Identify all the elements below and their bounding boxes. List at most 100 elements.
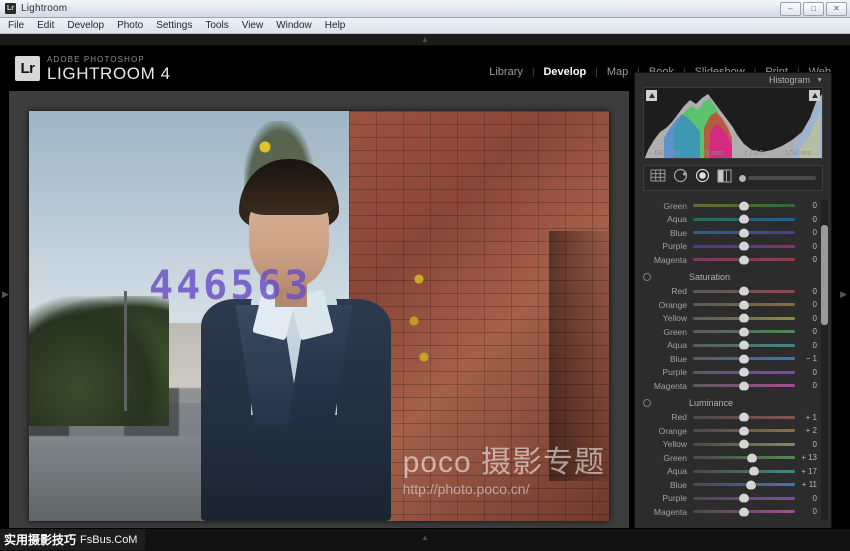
slider-row[interactable]: Magenta 0 [637, 505, 823, 519]
slider-handle[interactable] [747, 453, 757, 462]
slider-handle[interactable] [739, 381, 749, 390]
slider-row[interactable]: Yellow 0 [637, 312, 823, 326]
slider-row[interactable]: Red 0 [637, 285, 823, 299]
slider-handle[interactable] [739, 341, 749, 350]
slider-track[interactable] [693, 258, 795, 261]
slider-track[interactable] [693, 330, 795, 333]
right-panel-scrollbar-thumb[interactable] [821, 225, 828, 325]
slider-handle[interactable] [739, 215, 749, 224]
slider-track[interactable] [693, 290, 795, 293]
slider-handle[interactable] [739, 507, 749, 516]
highlight-clipping-indicator[interactable] [809, 90, 820, 101]
crop-overlay-tool-icon[interactable] [650, 169, 666, 187]
slider-handle[interactable] [739, 242, 749, 251]
slider-row[interactable]: Purple 0 [637, 366, 823, 380]
menu-item-tools[interactable]: Tools [205, 20, 228, 31]
slider-track[interactable] [693, 245, 795, 248]
menu-item-settings[interactable]: Settings [156, 20, 192, 31]
slider-row[interactable]: Blue + 11 [637, 478, 823, 492]
slider-track[interactable] [693, 416, 795, 419]
slider-track[interactable] [693, 357, 795, 360]
slider-handle[interactable] [739, 413, 749, 422]
menu-item-photo[interactable]: Photo [117, 20, 143, 31]
module-library[interactable]: Library [480, 66, 532, 78]
slider-handle[interactable] [746, 480, 756, 489]
slider-track[interactable] [693, 510, 795, 513]
slider-handle[interactable] [739, 494, 749, 503]
module-develop[interactable]: Develop [534, 66, 595, 78]
menu-item-develop[interactable]: Develop [67, 20, 104, 31]
targeted-adjustment-tool-icon[interactable] [643, 273, 651, 281]
slider-handle[interactable] [739, 300, 749, 309]
menu-item-view[interactable]: View [242, 20, 264, 31]
slider-handle[interactable] [739, 201, 749, 210]
slider-row[interactable]: Purple 0 [637, 240, 823, 254]
image-viewport[interactable]: 446563 poco 摄影专题 http://photo.poco.cn/ [8, 90, 630, 540]
hsl-color-panel[interactable]: Green 0 Aqua 0 Blue 0 P [637, 199, 823, 521]
slider-handle[interactable] [739, 314, 749, 323]
graduated-filter-tool-icon[interactable] [717, 169, 732, 188]
maximize-button[interactable]: □ [803, 2, 824, 16]
slider-track[interactable] [693, 483, 795, 486]
menu-item-edit[interactable]: Edit [37, 20, 54, 31]
slider-handle[interactable] [739, 426, 749, 435]
red-eye-correction-tool-icon[interactable] [695, 168, 710, 188]
slider-track[interactable] [693, 443, 795, 446]
slider-track[interactable] [693, 470, 795, 473]
histogram-header[interactable]: Histogram ▼ [635, 73, 831, 87]
slider-track[interactable] [693, 218, 795, 221]
slider-handle[interactable] [739, 327, 749, 336]
slider-row[interactable]: Orange + 2 [637, 424, 823, 438]
slider-row[interactable]: Blue − 1 [637, 352, 823, 366]
slider-row[interactable]: Purple 0 [637, 492, 823, 506]
slider-row[interactable]: Green 0 [637, 325, 823, 339]
top-panel-arrow-icon[interactable]: ▲ [421, 35, 429, 44]
top-panel-collapsed[interactable]: ▲ [0, 34, 850, 46]
slider-handle[interactable] [739, 228, 749, 237]
slider-row[interactable]: Yellow 0 [637, 438, 823, 452]
spot-removal-tool-icon[interactable] [673, 168, 688, 188]
slider-row[interactable]: Aqua + 17 [637, 465, 823, 479]
slider-row[interactable]: Magenta 0 [637, 253, 823, 267]
right-panel-expand-arrow-icon[interactable]: ▶ [840, 289, 847, 300]
module-map[interactable]: Map [598, 66, 637, 78]
slider-track[interactable] [693, 317, 795, 320]
shadow-clipping-indicator[interactable] [646, 90, 657, 101]
brush-size-handle[interactable] [739, 175, 746, 182]
minimize-button[interactable]: – [780, 2, 801, 16]
slider-handle[interactable] [739, 255, 749, 264]
left-panel-expand-arrow-icon[interactable]: ▶ [2, 289, 9, 300]
slider-handle[interactable] [749, 467, 759, 476]
slider-row[interactable]: Magenta 0 [637, 379, 823, 393]
histogram-graph[interactable]: ISO 640 35 mm ƒ / 2.5 1/50 sec [643, 87, 823, 159]
slider-row[interactable]: Aqua 0 [637, 213, 823, 227]
menu-item-help[interactable]: Help [325, 20, 346, 31]
slider-track[interactable] [693, 231, 795, 234]
slider-row[interactable]: Green + 13 [637, 451, 823, 465]
slider-track[interactable] [693, 204, 795, 207]
slider-handle[interactable] [739, 368, 749, 377]
photo-preview[interactable]: 446563 poco 摄影专题 http://photo.poco.cn/ [29, 111, 609, 521]
targeted-adjustment-tool-icon[interactable] [643, 399, 651, 407]
slider-track[interactable] [693, 456, 795, 459]
slider-track[interactable] [693, 384, 795, 387]
adjustment-brush-tool-slider[interactable] [739, 175, 816, 182]
menu-item-window[interactable]: Window [276, 20, 312, 31]
brush-size-track[interactable] [748, 176, 816, 180]
menu-item-file[interactable]: File [8, 20, 24, 31]
slider-track[interactable] [693, 303, 795, 306]
slider-row[interactable]: Aqua 0 [637, 339, 823, 353]
slider-handle[interactable] [739, 287, 749, 296]
slider-handle[interactable] [739, 440, 749, 449]
slider-row[interactable]: Red + 1 [637, 411, 823, 425]
slider-row[interactable]: Green 0 [637, 199, 823, 213]
slider-track[interactable] [693, 497, 795, 500]
slider-row[interactable]: Blue 0 [637, 226, 823, 240]
slider-track[interactable] [693, 344, 795, 347]
slider-handle[interactable] [739, 354, 749, 363]
slider-track[interactable] [693, 371, 795, 374]
filmstrip-collapse-arrow-icon[interactable]: ▲ [421, 533, 429, 542]
slider-row[interactable]: Orange 0 [637, 298, 823, 312]
slider-track[interactable] [693, 429, 795, 432]
chevron-down-icon[interactable]: ▼ [816, 77, 823, 84]
